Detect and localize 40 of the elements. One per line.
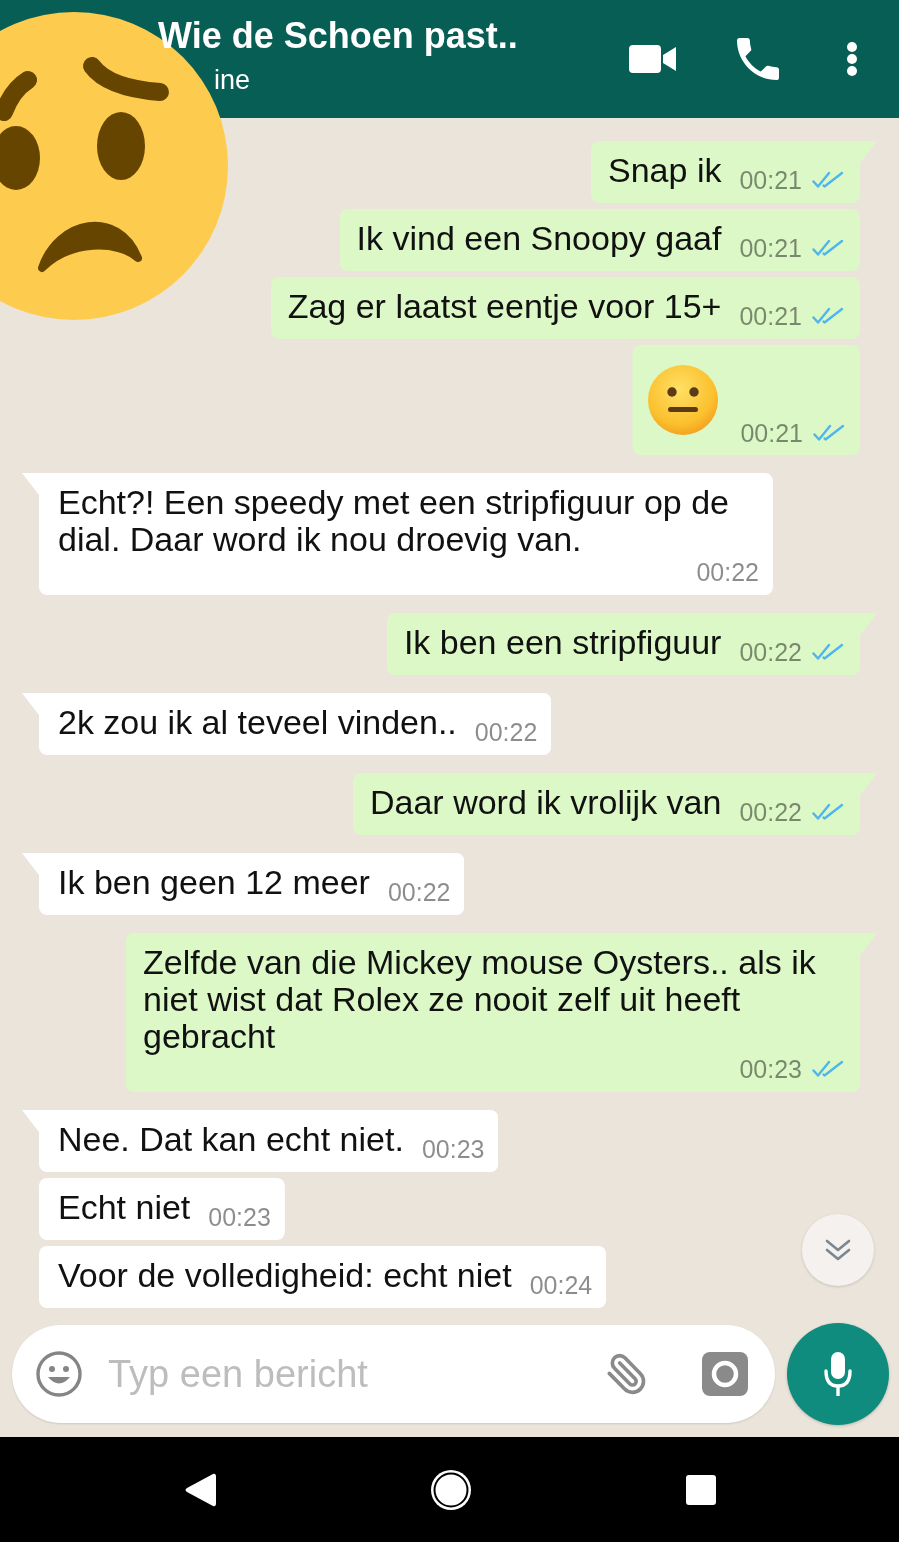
microphone-icon bbox=[823, 1351, 853, 1397]
message-text: Ik vind een Snoopy gaaf bbox=[356, 220, 722, 257]
message-text: 2k zou ik al teveel vinden.. bbox=[58, 704, 457, 741]
message-text: Zag er laatst eentje voor 15+ bbox=[287, 288, 722, 325]
camera-icon[interactable] bbox=[702, 1352, 748, 1396]
message-field[interactable]: Typ een bericht bbox=[12, 1325, 775, 1423]
neutral-face-icon bbox=[648, 365, 719, 435]
message-text: Ik ben een stripfiguur bbox=[403, 624, 722, 661]
message-text: Snap ik bbox=[608, 152, 722, 189]
message-time: 00:23 bbox=[421, 1135, 485, 1163]
message-time: 00:22 bbox=[739, 798, 802, 826]
message-time: 00:21 bbox=[739, 166, 802, 194]
message-time: 00:21 bbox=[740, 419, 803, 447]
video-camera-icon[interactable] bbox=[629, 43, 677, 75]
message-text: Echt?! Een speedy met een stripfiguur op de dial. Daar word ik nou droevig van. bbox=[58, 484, 730, 558]
contact-status: ine bbox=[214, 64, 251, 96]
message-time: 00:23 bbox=[208, 1203, 271, 1231]
message-text: Daar word ik vrolijk van bbox=[370, 784, 722, 821]
message-time: 00:22 bbox=[696, 558, 759, 586]
message-time: 00:21 bbox=[739, 234, 802, 262]
home-icon[interactable] bbox=[430, 1469, 471, 1510]
message-time: 00:22 bbox=[387, 878, 451, 906]
message-text: Ik ben geen 12 meer bbox=[58, 864, 370, 901]
message-text: Echt niet bbox=[58, 1189, 191, 1226]
phone-icon[interactable] bbox=[737, 38, 779, 80]
scroll-down-button[interactable] bbox=[802, 1214, 874, 1286]
message-text: Nee. Dat kan echt niet. bbox=[58, 1121, 404, 1158]
chat-title[interactable]: Wie de Schoen past.. bbox=[158, 14, 518, 58]
message-time: 00:22 bbox=[739, 638, 802, 666]
menu-icon[interactable] bbox=[846, 42, 858, 76]
message-time: 00:22 bbox=[474, 718, 538, 746]
message-input[interactable]: Typ een bericht bbox=[108, 1349, 585, 1399]
message-time: 00:24 bbox=[529, 1271, 593, 1299]
recents-icon[interactable] bbox=[685, 1474, 716, 1505]
double-chevron-down-icon bbox=[825, 1238, 851, 1262]
smiley-icon[interactable] bbox=[35, 1350, 83, 1398]
message-time: 00:23 bbox=[739, 1055, 802, 1083]
message-text: Voor de volledigheid: echt niet bbox=[58, 1257, 512, 1294]
message-time: 00:21 bbox=[739, 302, 802, 330]
message-text: Zelfde van die Mickey mouse Oysters.. als ik niet wist dat Rolex ze nooit zelf uit heeft gebracht bbox=[143, 944, 817, 1055]
